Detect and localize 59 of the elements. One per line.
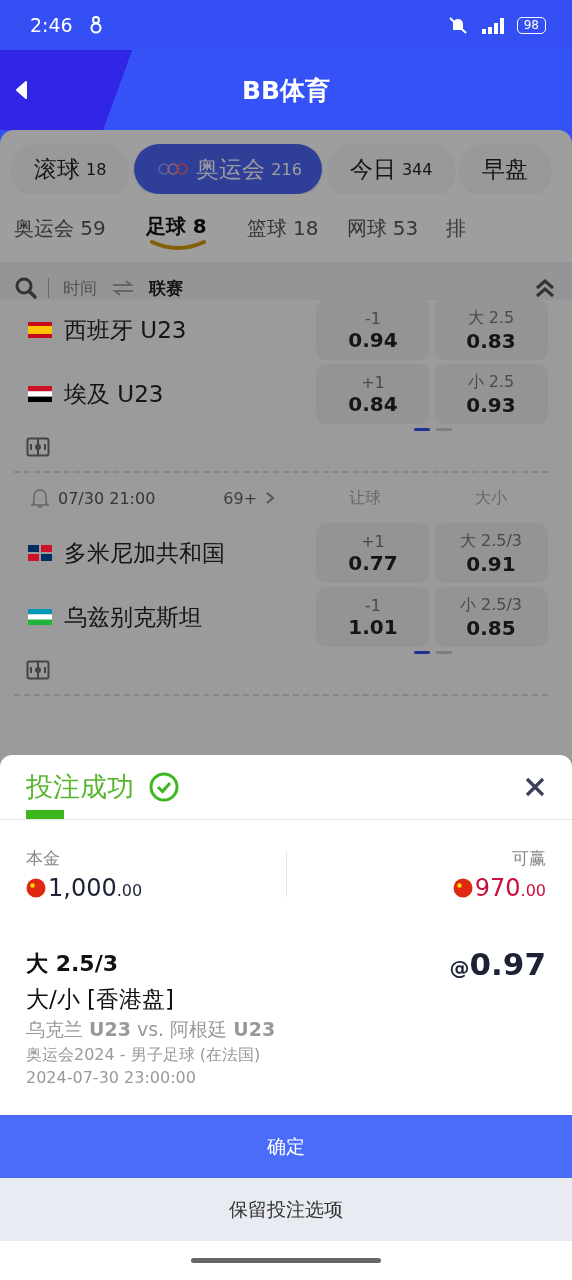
odds-button[interactable]: 大 2.5/3 0.91	[434, 523, 548, 583]
match-time: 07/30 21:00	[58, 488, 156, 508]
match-name: 乌克兰 U23 vs. 阿根廷 U23	[26, 1017, 277, 1042]
market-tab[interactable]: 早盘	[460, 144, 551, 194]
flag-icon	[26, 609, 54, 625]
payout-label: 可赢	[512, 846, 546, 870]
check-circle-icon	[148, 771, 180, 803]
sport-tab[interactable]: 足球 8	[119, 202, 233, 254]
clock: 2:46	[30, 14, 73, 36]
chevron-right-icon[interactable]	[265, 491, 276, 505]
pitch-icon[interactable]	[26, 660, 50, 680]
sport-tab[interactable]: 网球 53	[332, 214, 433, 242]
sport-tab[interactable]: 篮球 18	[232, 214, 333, 242]
currency-flag-icon	[452, 877, 473, 898]
market-tab[interactable]: 奥运会 216	[134, 144, 322, 194]
payout-amount: 970.00	[474, 873, 546, 902]
stake-amount: 1,000.00	[48, 873, 143, 902]
odds-button[interactable]: -1 0.94	[316, 300, 430, 360]
odds-button[interactable]: 小 2.5 0.93	[434, 364, 548, 424]
odds-button[interactable]: 大 2.5 0.83	[434, 300, 548, 360]
keep-selections-button[interactable]: 保留投注选项	[0, 1178, 572, 1241]
bet-selection: 大 2.5/3	[26, 950, 118, 978]
league-name: 奥运会2024 - 男子足球 (在法国)	[26, 1045, 262, 1066]
swap-icon[interactable]	[111, 280, 135, 296]
odds-button[interactable]: -1 1.01	[316, 587, 430, 647]
market-tab[interactable]: 今日 344	[327, 144, 455, 194]
market-name: 大/小 [香港盘]	[26, 985, 175, 1014]
pitch-icon[interactable]	[26, 437, 50, 457]
odds-button[interactable]: +1 0.77	[316, 523, 430, 583]
search-icon[interactable]	[14, 276, 38, 300]
team-name: 埃及 U23	[64, 379, 164, 409]
confirm-button[interactable]: 确定	[0, 1115, 572, 1178]
team-name: 乌兹别克斯坦	[64, 602, 202, 632]
currency-flag-icon	[26, 877, 46, 898]
bet-odds: @0.97	[449, 946, 546, 982]
odds-button[interactable]: 小 2.5/3 0.85	[434, 587, 548, 647]
stake-label: 本金	[26, 846, 61, 870]
battery-indicator: 98	[516, 16, 546, 34]
bell-icon[interactable]	[30, 487, 50, 509]
tab-indicator	[26, 810, 64, 819]
odds-button[interactable]: +1 0.84	[316, 364, 430, 424]
market-tab[interactable]: 滚球 18	[12, 144, 129, 194]
sport-tab[interactable]: 奥运会 59	[0, 214, 120, 242]
team-name: 西班牙 U23	[64, 315, 187, 345]
more-markets-link[interactable]: 69+	[223, 488, 258, 508]
flag-icon	[26, 322, 54, 338]
team-name: 多米尼加共和国	[64, 538, 225, 568]
sport-tab[interactable]: 排	[432, 214, 481, 242]
back-icon[interactable]	[14, 80, 28, 100]
notification-icon	[88, 16, 103, 34]
collapse-icon[interactable]	[534, 277, 556, 299]
success-title: 投注成功	[26, 770, 134, 804]
sort-option[interactable]: 联赛	[145, 276, 187, 300]
page-title: BB体育	[241, 74, 331, 107]
flag-icon	[26, 545, 54, 561]
flag-icon	[26, 386, 54, 402]
close-icon[interactable]	[524, 776, 546, 798]
tab-underline	[147, 239, 208, 252]
match-datetime: 2024-07-30 23:00:00	[26, 1068, 197, 1087]
